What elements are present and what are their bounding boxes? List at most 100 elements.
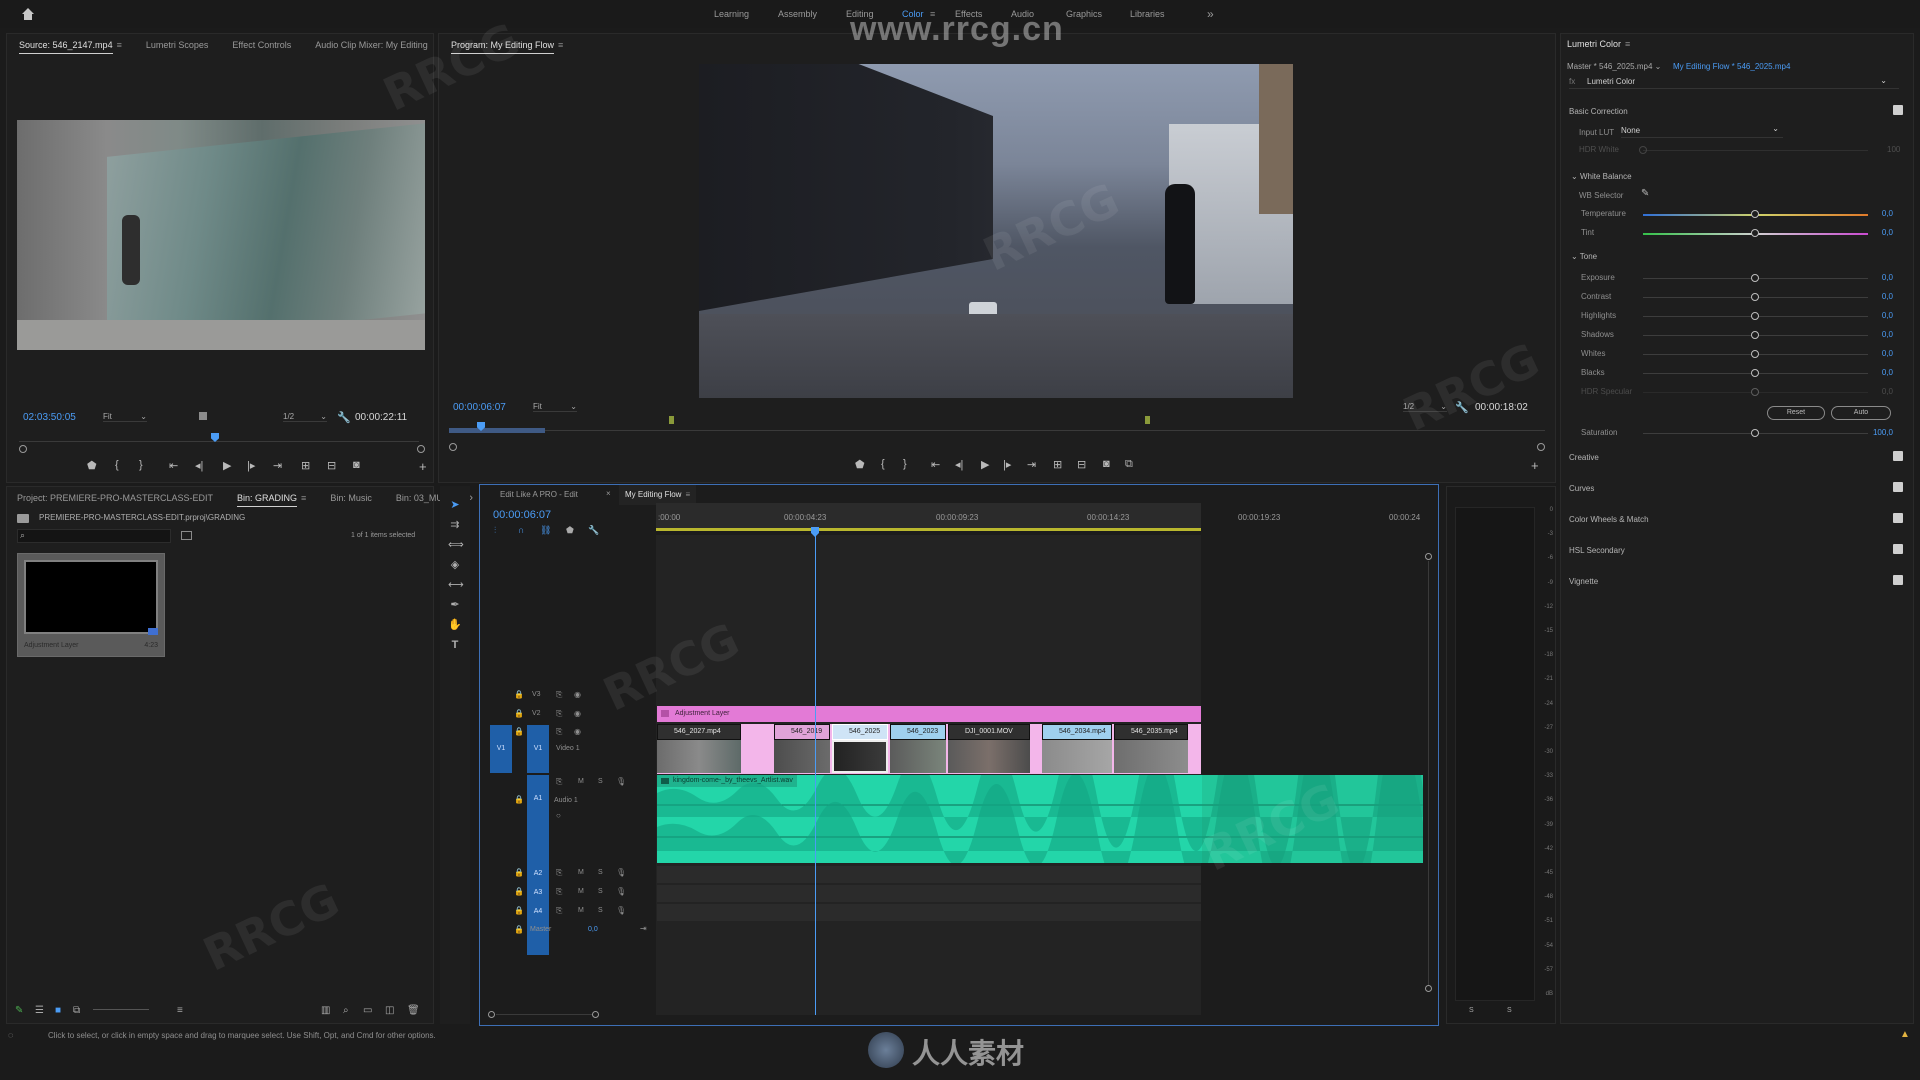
program-timecode[interactable]: 00:00:06:07: [453, 402, 506, 413]
add-button-icon[interactable]: +: [419, 459, 427, 474]
vignette-checkbox[interactable]: [1893, 575, 1903, 585]
workspace-learning[interactable]: Learning: [714, 0, 749, 28]
camera-icon[interactable]: ◙: [1103, 458, 1110, 470]
add-marker-icon[interactable]: ⬟: [855, 458, 865, 471]
razor-tool-icon[interactable]: ◈: [448, 558, 462, 572]
eye-icon[interactable]: ◉: [574, 690, 581, 699]
lock-icon[interactable]: 🔒: [514, 906, 524, 915]
clip-dji-0001[interactable]: DJI_0001.MOV: [948, 724, 1030, 740]
go-to-in-icon[interactable]: ⇤: [169, 459, 178, 472]
zoom-handle-right[interactable]: [417, 445, 425, 453]
slider-saturation[interactable]: Saturation 100,0: [1561, 425, 1901, 443]
clip-546-2023[interactable]: 546_2023: [890, 724, 946, 740]
hand-tool-icon[interactable]: ✋: [448, 618, 462, 632]
creative-checkbox[interactable]: [1893, 451, 1903, 461]
pan-knob-icon[interactable]: ○: [556, 811, 561, 820]
program-fit-dropdown[interactable]: Fit ⌄: [533, 402, 577, 412]
new-bin-icon[interactable]: ▭: [363, 1005, 372, 1016]
ripple-edit-tool-icon[interactable]: ⟺: [448, 538, 464, 552]
lock-icon[interactable]: 🔒: [514, 690, 524, 699]
workspace-more-button[interactable]: »: [1207, 0, 1214, 28]
sort-icon[interactable]: ≡: [177, 1005, 183, 1016]
workspace-libraries[interactable]: Libraries: [1130, 0, 1165, 28]
project-item-adjustment-layer[interactable]: Adjustment Layer 4:23: [17, 553, 165, 657]
tab-bin-grading[interactable]: Bin: GRADING ≡: [225, 487, 318, 509]
tab-edit-like-a-pro[interactable]: Edit Like A PRO - Edit: [500, 490, 578, 499]
vertical-scrollbar[interactable]: [1425, 553, 1433, 993]
workspace-graphics[interactable]: Graphics: [1066, 0, 1102, 28]
slider-shadows[interactable]: Shadows 0,0: [1561, 327, 1901, 345]
clip-546-2025[interactable]: 546_2025: [832, 724, 888, 740]
insert-marker-icon[interactable]: [199, 412, 207, 420]
reset-button[interactable]: Reset: [1767, 406, 1825, 420]
slider-value[interactable]: 0,0: [1882, 273, 1893, 282]
mute-button[interactable]: M: [578, 907, 584, 914]
tab-effect-controls[interactable]: Effect Controls: [220, 34, 303, 56]
hsl-secondary-checkbox[interactable]: [1893, 544, 1903, 554]
meter-solo-left[interactable]: S: [1469, 1007, 1474, 1014]
section-white-balance[interactable]: ⌄ White Balance: [1571, 172, 1632, 181]
mark-in-icon[interactable]: {: [115, 459, 119, 471]
solo-button[interactable]: S: [598, 907, 603, 914]
mute-button[interactable]: M: [578, 869, 584, 876]
section-color-wheels[interactable]: Color Wheels & Match: [1569, 515, 1649, 524]
slider-temperature[interactable]: Temperature 0,0: [1561, 206, 1901, 224]
mark-out-icon[interactable]: }: [139, 459, 143, 471]
clip-546-2019[interactable]: 546_2019: [774, 724, 830, 740]
section-hsl-secondary[interactable]: HSL Secondary: [1569, 546, 1625, 555]
zoom-slider[interactable]: [93, 1009, 149, 1010]
scroll-handle-right[interactable]: [592, 1011, 599, 1018]
wrench-icon[interactable]: 🔧: [1455, 401, 1469, 414]
step-forward-icon[interactable]: |▸: [1003, 458, 1011, 471]
toggle-sync-icon[interactable]: ⎘: [556, 868, 562, 878]
slider-value[interactable]: 0,0: [1882, 228, 1893, 237]
solo-button[interactable]: S: [598, 778, 603, 785]
slider-knob[interactable]: [1751, 429, 1759, 437]
slider-blacks[interactable]: Blacks 0,0: [1561, 365, 1901, 383]
audio-clip[interactable]: kingdom-come-_by_theevs_Artlist.wav: [657, 775, 1423, 863]
go-to-out-icon[interactable]: ⇥: [273, 459, 282, 472]
slider-knob[interactable]: [1751, 369, 1759, 377]
warning-icon[interactable]: ▲: [1900, 1029, 1910, 1040]
microphone-icon[interactable]: 🎙: [616, 887, 626, 896]
step-back-icon[interactable]: ◂|: [955, 458, 963, 471]
slider-value[interactable]: 0,0: [1882, 368, 1893, 377]
lumetri-sequence-clip[interactable]: My Editing Flow * 546_2025.mp4: [1673, 62, 1790, 71]
slider-highlights[interactable]: Highlights 0,0: [1561, 308, 1901, 326]
clip-546-2034[interactable]: 546_2034.mp4: [1042, 724, 1112, 740]
source-fit-dropdown[interactable]: Fit ⌄: [103, 412, 147, 422]
slider-knob[interactable]: [1751, 331, 1759, 339]
color-wheels-checkbox[interactable]: [1893, 513, 1903, 523]
extract-icon[interactable]: ⊟: [1077, 458, 1086, 471]
mute-button[interactable]: M: [578, 888, 584, 895]
slider-knob[interactable]: [1751, 350, 1759, 358]
timeline-timecode[interactable]: 00:00:06:07: [493, 509, 551, 521]
mark-out-icon[interactable]: }: [903, 458, 907, 470]
slider-value[interactable]: 0,0: [1882, 292, 1893, 301]
lock-icon[interactable]: 🔒: [514, 709, 524, 718]
snap-icon[interactable]: ∩: [518, 525, 524, 535]
comparison-view-icon[interactable]: ⧉: [1125, 458, 1133, 471]
marker-icon[interactable]: [1145, 416, 1150, 424]
eye-icon[interactable]: ◉: [574, 727, 581, 736]
zoom-handle-left[interactable]: [449, 443, 457, 451]
new-bin-icon[interactable]: [181, 531, 192, 540]
auto-button[interactable]: Auto: [1831, 406, 1891, 420]
track-target-a2[interactable]: A2: [527, 866, 549, 882]
add-marker-icon[interactable]: ⬟: [566, 525, 574, 536]
add-marker-icon[interactable]: ⬟: [87, 459, 97, 472]
slider-value[interactable]: 100,0: [1873, 428, 1893, 437]
marker-icon[interactable]: [669, 416, 674, 424]
basic-correction-checkbox[interactable]: [1893, 105, 1903, 115]
lock-icon[interactable]: 🔒: [514, 868, 524, 877]
track-select-tool-icon[interactable]: ⇉: [448, 518, 462, 532]
track-target-a4[interactable]: A4: [527, 904, 549, 920]
slider-exposure[interactable]: Exposure 0,0: [1561, 270, 1901, 288]
section-creative[interactable]: Creative: [1569, 453, 1599, 462]
lock-icon[interactable]: 🔒: [514, 925, 524, 934]
source-scrub-bar[interactable]: [19, 433, 419, 443]
linked-selection-icon[interactable]: ⛓: [540, 525, 551, 536]
timeline-ruler[interactable]: :00:00 00:00:04:23 00:00:09:23 00:00:14:…: [656, 503, 1426, 533]
slip-tool-icon[interactable]: ⟷: [448, 578, 464, 592]
master-volume[interactable]: 0,0: [588, 926, 598, 933]
